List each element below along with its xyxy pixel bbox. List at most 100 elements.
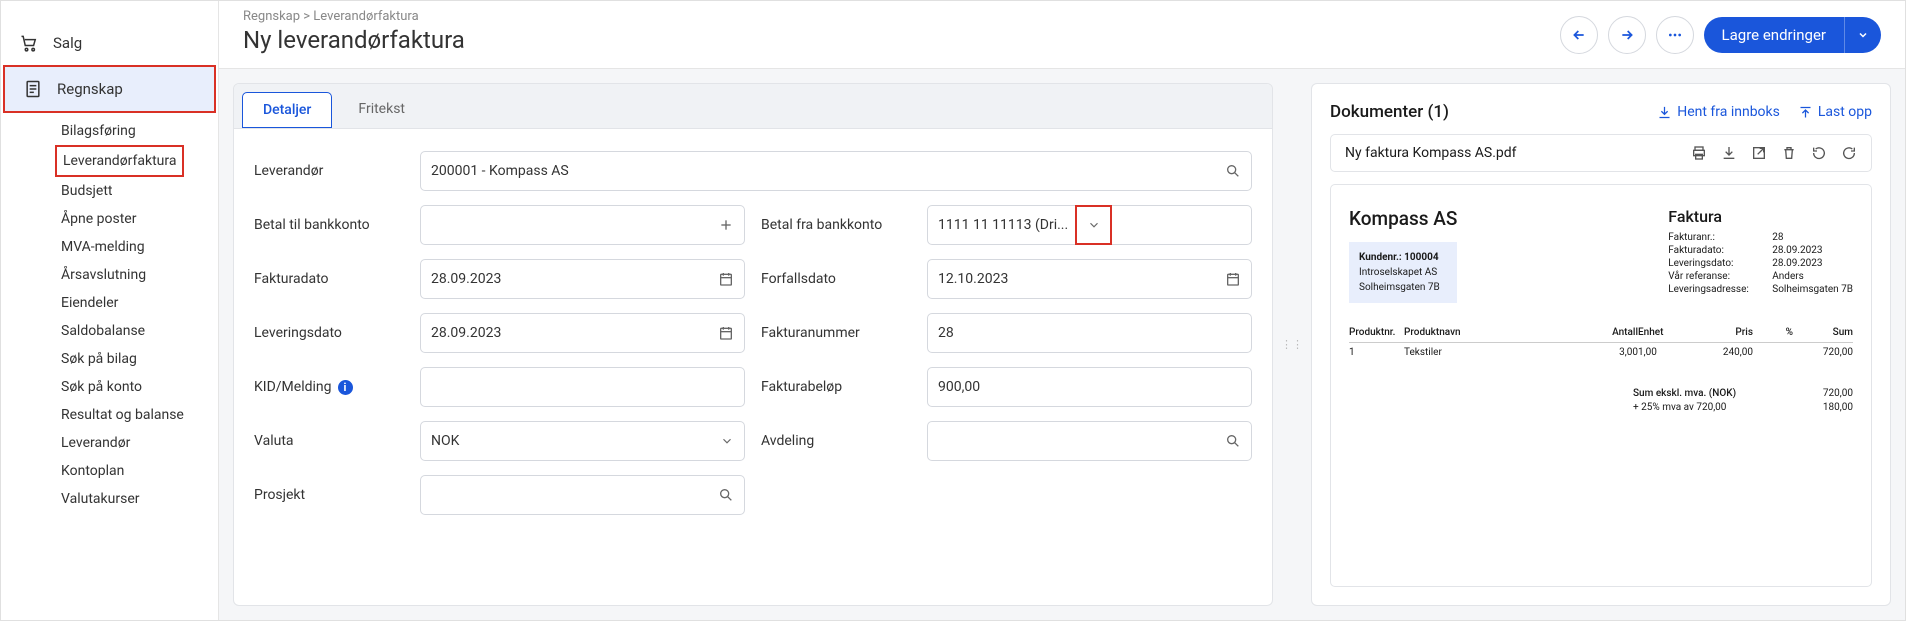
filename: Ny faktura Kompass AS.pdf — [1345, 145, 1517, 161]
nav-sub: Bilagsføring Leverandørfaktura Budsjett … — [1, 113, 218, 513]
delete-icon[interactable] — [1781, 145, 1797, 161]
invoice-totals: Sum ekskl. mva. (NOK) 720,00 + 25% mva a… — [1349, 388, 1853, 413]
tabs: Detaljer Fritekst — [234, 84, 1272, 129]
sub-kontoplan[interactable]: Kontoplan — [55, 457, 130, 485]
label-forfallsdato: Forfallsdato — [761, 271, 911, 287]
input-prosjekt[interactable] — [420, 475, 745, 515]
label-fakturadato: Fakturadato — [254, 271, 404, 287]
content: Detaljer Fritekst Leverandør 200001 - Ko… — [219, 69, 1905, 620]
calendar-icon[interactable] — [1225, 271, 1241, 287]
main: Regnskap > Leverandørfaktura Ny leverand… — [219, 1, 1905, 620]
sub-leverandorfaktura[interactable]: Leverandørfaktura — [55, 145, 184, 177]
input-leverandor[interactable]: 200001 - Kompass AS — [420, 151, 1252, 191]
input-forfallsdato[interactable]: 12.10.2023 — [927, 259, 1252, 299]
resize-handle[interactable]: ⋮⋮ — [1287, 83, 1297, 606]
sub-arsavslutning[interactable]: Årsavslutning — [55, 261, 152, 289]
cart-icon — [19, 33, 39, 53]
sub-budsjett[interactable]: Budsjett — [55, 177, 119, 205]
input-fakturabelop[interactable]: 900,00 — [927, 367, 1252, 407]
customer-no: Kundenr.: 100004 — [1359, 250, 1447, 265]
sub-resultat[interactable]: Resultat og balanse — [55, 401, 190, 429]
value: 12.10.2023 — [938, 271, 1008, 287]
header-actions: Lagre endringer — [1560, 16, 1881, 54]
label-betal-til: Betal til bankkonto — [254, 217, 404, 233]
sidebar: Salg Regnskap Bilagsføring Leverandørfak… — [1, 1, 219, 620]
sub-eiendeler[interactable]: Eiendeler — [55, 289, 124, 317]
label-leveringsdato: Leveringsdato — [254, 325, 404, 341]
sub-valutakurser[interactable]: Valutakurser — [55, 485, 145, 513]
sub-sok-bilag[interactable]: Søk på bilag — [55, 345, 143, 373]
sub-leverandor[interactable]: Leverandør — [55, 429, 136, 457]
file-actions — [1691, 145, 1857, 161]
value: 900,00 — [938, 379, 980, 395]
sub-apne-poster[interactable]: Åpne poster — [55, 205, 142, 233]
doc-actions: Hent fra innboks Last opp — [1657, 104, 1872, 120]
tab-detaljer[interactable]: Detaljer — [242, 92, 332, 128]
input-valuta[interactable]: NOK — [420, 421, 745, 461]
rotate-left-icon[interactable] — [1811, 145, 1827, 161]
label-prosjekt: Prosjekt — [254, 487, 404, 503]
value: 28.09.2023 — [431, 325, 501, 341]
input-kid[interactable] — [420, 367, 745, 407]
table-head: Produktnr. Produktnavn Antall Enhet Pris… — [1349, 327, 1853, 343]
save-label: Lagre endringer — [1704, 17, 1844, 53]
input-avdeling[interactable] — [927, 421, 1252, 461]
invoice-company: Kompass AS — [1349, 207, 1457, 230]
breadcrumb: Regnskap > Leverandørfaktura — [243, 9, 465, 24]
nav-label: Regnskap — [57, 80, 123, 98]
info-icon[interactable]: i — [338, 380, 353, 395]
customer-addr: Solheimsgaten 7B — [1359, 280, 1447, 295]
search-icon[interactable] — [1225, 433, 1241, 449]
calendar-icon[interactable] — [718, 325, 734, 341]
customer-box: Kundenr.: 100004 Introselskapet AS Solhe… — [1349, 242, 1457, 303]
value: 200001 - Kompass AS — [431, 163, 569, 179]
input-fakturanummer[interactable]: 28 — [927, 313, 1252, 353]
sub-mva[interactable]: MVA-melding — [55, 233, 151, 261]
doc-title: Dokumenter (1) — [1330, 102, 1449, 122]
input-leveringsdato[interactable]: 28.09.2023 — [420, 313, 745, 353]
sub-sok-konto[interactable]: Søk på konto — [55, 373, 148, 401]
value: 28 — [938, 325, 954, 341]
rotate-right-icon[interactable] — [1841, 145, 1857, 161]
table-row: 1 Tekstiler 3,00 1,00 240,00 720,00 — [1349, 343, 1853, 358]
nav-salg[interactable]: Salg — [1, 21, 218, 65]
back-button[interactable] — [1560, 16, 1598, 54]
plus-icon[interactable] — [718, 217, 734, 233]
search-icon[interactable] — [1225, 163, 1241, 179]
label-fakturanummer: Fakturanummer — [761, 325, 911, 341]
save-dropdown[interactable] — [1844, 17, 1881, 53]
doc-header: Dokumenter (1) Hent fra innboks Last opp — [1330, 102, 1872, 122]
forward-button[interactable] — [1608, 16, 1646, 54]
label-leverandor: Leverandør — [254, 163, 404, 179]
value: 1111 11 11113 (Dri... — [938, 217, 1068, 233]
sub-bilagsforing[interactable]: Bilagsføring — [55, 117, 142, 145]
label-kid: KID/Melding i — [254, 379, 404, 395]
input-betal-til[interactable] — [420, 205, 745, 245]
nav-regnskap[interactable]: Regnskap — [3, 65, 216, 113]
document-icon — [23, 79, 43, 99]
last-opp[interactable]: Last opp — [1798, 104, 1872, 120]
customer-name: Introselskapet AS — [1359, 265, 1447, 280]
print-icon[interactable] — [1691, 145, 1707, 161]
calendar-icon[interactable] — [718, 271, 734, 287]
external-icon[interactable] — [1751, 145, 1767, 161]
input-betal-fra[interactable]: 1111 11 11113 (Dri... — [927, 205, 1252, 245]
sub-saldobalanse[interactable]: Saldobalanse — [55, 317, 151, 345]
header: Regnskap > Leverandørfaktura Ny leverand… — [219, 1, 1905, 69]
doc-file-row: Ny faktura Kompass AS.pdf — [1330, 134, 1872, 172]
search-icon[interactable] — [718, 487, 734, 503]
invoice-title: Faktura — [1668, 207, 1853, 226]
hent-innboks[interactable]: Hent fra innboks — [1657, 104, 1780, 120]
more-button[interactable] — [1656, 16, 1694, 54]
page-title: Ny leverandørfaktura — [243, 26, 465, 54]
tab-fritekst[interactable]: Fritekst — [338, 92, 425, 128]
value: NOK — [431, 433, 459, 449]
label-avdeling: Avdeling — [761, 433, 911, 449]
invoice-preview: Kompass AS Kundenr.: 100004 Introselskap… — [1330, 184, 1872, 587]
chevron-down-icon[interactable] — [720, 434, 734, 448]
download-icon[interactable] — [1721, 145, 1737, 161]
input-fakturadato[interactable]: 28.09.2023 — [420, 259, 745, 299]
chevron-down-icon[interactable] — [1076, 206, 1111, 244]
save-button[interactable]: Lagre endringer — [1704, 17, 1881, 53]
invoice-table: Produktnr. Produktnavn Antall Enhet Pris… — [1349, 327, 1853, 358]
